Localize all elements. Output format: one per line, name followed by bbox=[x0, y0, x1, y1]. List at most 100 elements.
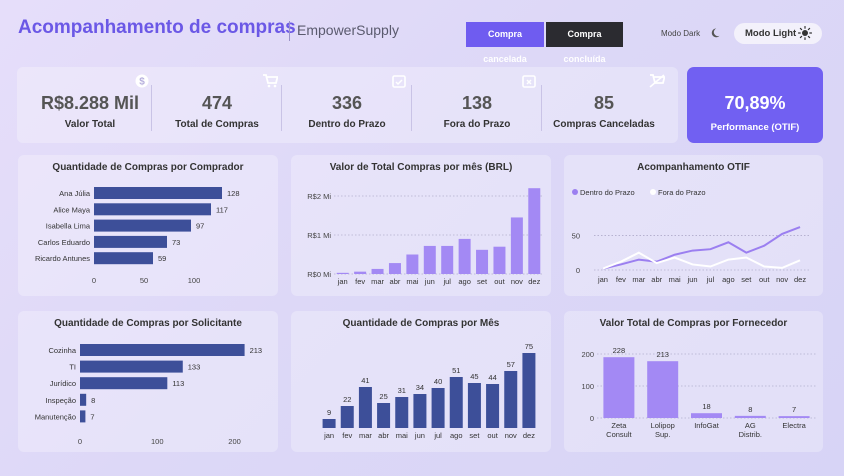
category-label: Ricardo Antunes bbox=[35, 254, 90, 263]
moon-icon[interactable] bbox=[711, 27, 723, 39]
bar bbox=[493, 246, 506, 274]
bar bbox=[647, 361, 679, 418]
bar bbox=[80, 344, 245, 356]
category-label: TI bbox=[69, 363, 76, 372]
category-label: nov bbox=[505, 431, 517, 440]
data-label: 75 bbox=[525, 342, 533, 351]
calendar-check-icon bbox=[392, 75, 406, 88]
bar bbox=[431, 388, 445, 428]
category-label: jan bbox=[597, 275, 608, 284]
category-label: jul bbox=[442, 277, 451, 286]
bar bbox=[371, 268, 384, 274]
modo-light-label: Modo Light bbox=[745, 28, 797, 39]
tick-label: 0 bbox=[92, 276, 96, 285]
bar bbox=[504, 371, 518, 428]
tick-label: 200 bbox=[581, 350, 594, 359]
bar bbox=[322, 419, 336, 428]
chart-compras-comprador: Ana Júlia 128 Alice Maya 117 Isabella Lima 97… bbox=[35, 187, 240, 285]
data-label: 9 bbox=[327, 408, 331, 417]
chart-valor-fornecedor: 0 100 200 228 ZetaConsult 213 LolipopSup. 18 Inf… bbox=[581, 346, 816, 439]
category-label: Consult bbox=[606, 430, 632, 439]
kpi-label: Total de Compras bbox=[175, 119, 259, 130]
brand-name: EmpowerSupply bbox=[297, 22, 399, 38]
legend-marker bbox=[572, 189, 578, 195]
category-label: Isabella Lima bbox=[46, 222, 91, 231]
bar bbox=[734, 415, 766, 418]
bar bbox=[94, 252, 153, 265]
compra-cancelada-button[interactable]: Compra cancelada bbox=[466, 22, 544, 64]
tick-label: 0 bbox=[576, 266, 580, 275]
otif-value: 70,89% bbox=[724, 93, 786, 113]
category-label: out bbox=[494, 277, 505, 286]
legend-marker bbox=[650, 189, 656, 195]
page-title: Acompanhamento de compras bbox=[18, 17, 296, 38]
bar bbox=[486, 384, 500, 428]
dollar-icon: $ bbox=[135, 74, 149, 88]
compra-concluida-button[interactable]: Compra concluída bbox=[546, 22, 623, 64]
category-label: Jurídico bbox=[50, 379, 76, 388]
data-label: 228 bbox=[613, 346, 626, 355]
category-label: mai bbox=[669, 275, 681, 284]
bar bbox=[377, 403, 391, 428]
card-compras-comprador: Quantidade de Compras por Comprador Ana … bbox=[18, 155, 278, 296]
tick-label: 200 bbox=[228, 437, 241, 446]
data-label: 59 bbox=[158, 254, 166, 263]
title-divider bbox=[289, 21, 290, 41]
data-label: 73 bbox=[172, 238, 180, 247]
bar bbox=[395, 397, 409, 428]
bar bbox=[354, 271, 367, 274]
data-label: 40 bbox=[434, 377, 442, 386]
bar bbox=[691, 413, 722, 418]
category-label: Alice Maya bbox=[53, 205, 91, 214]
bar bbox=[80, 393, 87, 406]
data-label: 7 bbox=[792, 405, 796, 414]
data-label: 44 bbox=[488, 373, 496, 382]
sun-icon bbox=[798, 26, 812, 40]
category-label: out bbox=[759, 275, 770, 284]
category-label: abr bbox=[378, 431, 389, 440]
legend-label: Dentro do Prazo bbox=[580, 188, 635, 197]
data-label: 97 bbox=[196, 222, 204, 231]
category-label: mai bbox=[406, 277, 418, 286]
category-label: jun bbox=[687, 275, 698, 284]
category-label: jul bbox=[706, 275, 715, 284]
kpi-value: 336 bbox=[331, 93, 363, 113]
bar bbox=[522, 353, 536, 428]
bar bbox=[80, 360, 183, 373]
card-valor-mes: Valor de Total Compras por mês (BRL) R$0… bbox=[291, 155, 551, 296]
bar bbox=[94, 203, 211, 216]
kpi-value: 474 bbox=[201, 93, 233, 113]
bar bbox=[476, 249, 489, 274]
modo-light-toggle[interactable]: Modo Light bbox=[734, 23, 822, 44]
category-label: jan bbox=[323, 431, 334, 440]
calendar-x-icon bbox=[522, 75, 536, 88]
category-label: Lolipop bbox=[651, 421, 675, 430]
data-label: 113 bbox=[172, 379, 184, 388]
category-label: Manutenção bbox=[35, 412, 76, 421]
category-label: Ana Júlia bbox=[59, 189, 91, 198]
data-label: 25 bbox=[379, 392, 387, 401]
bar bbox=[94, 235, 167, 248]
kpi-label: Compras Canceladas bbox=[553, 119, 655, 130]
category-label: mar bbox=[632, 275, 645, 284]
category-label: jul bbox=[433, 431, 442, 440]
bar bbox=[467, 383, 481, 428]
category-label: mar bbox=[371, 277, 384, 286]
data-label: 41 bbox=[361, 376, 369, 385]
category-label: fev bbox=[355, 277, 365, 286]
category-label: set bbox=[741, 275, 752, 284]
otif-card: 70,89% Performance (OTIF) bbox=[687, 67, 823, 143]
chart-otif: 0 50 jan fev mar abr mai jun jul ago set out nov dez D… bbox=[572, 188, 809, 284]
category-label: nov bbox=[511, 277, 523, 286]
bar bbox=[80, 410, 86, 423]
bar bbox=[358, 387, 372, 428]
category-label: Carlos Eduardo bbox=[38, 238, 90, 247]
tick-label: 50 bbox=[140, 276, 148, 285]
category-label: dez bbox=[523, 431, 535, 440]
category-label: AG bbox=[745, 421, 756, 430]
data-label: 22 bbox=[343, 395, 351, 404]
card-valor-fornecedor: Valor Total de Compras por Fornecedor 01… bbox=[564, 311, 823, 452]
chart-compras-mes: 9 jan 22 fev 41 mar 25 abr 31 mai 34 jun 40 jul 51 ago 4… bbox=[322, 342, 536, 440]
modo-dark-label[interactable]: Modo Dark bbox=[661, 29, 700, 38]
category-label: mar bbox=[359, 431, 372, 440]
